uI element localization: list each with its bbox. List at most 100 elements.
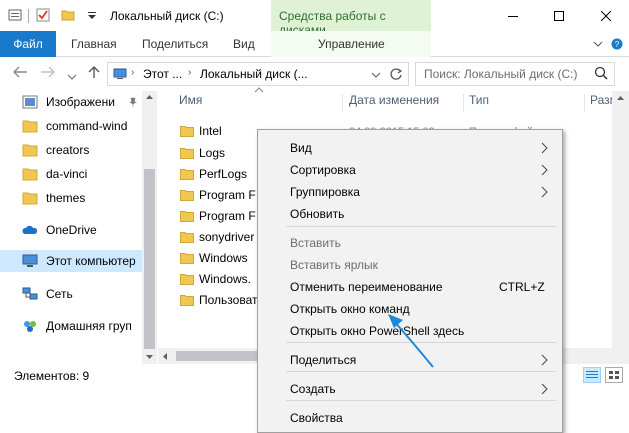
customize-toolbar-icon[interactable] [85,8,99,22]
arrow-left-icon [13,66,27,78]
menu-item-sort[interactable]: Сортировка [259,159,561,181]
breadcrumb-this-pc[interactable]: Этот ... [143,67,182,81]
back-button[interactable] [12,65,28,83]
recent-locations-button[interactable] [67,68,77,85]
chevron-down-icon [67,74,77,80]
nav-item-onedrive[interactable]: OneDrive [0,219,140,241]
minimize-icon [508,15,518,17]
details-view-button[interactable] [583,367,601,383]
scroll-left-icon[interactable] [162,352,168,361]
file-list-vertical-scrollbar[interactable] [612,91,629,348]
search-icon[interactable] [594,66,608,80]
menu-separator [286,371,556,372]
file-name: Program F [199,209,256,223]
menu-item-properties[interactable]: Свойства [259,407,561,429]
scrollbar-thumb[interactable] [144,169,155,349]
file-row[interactable]: Program F [180,185,260,206]
nav-item-pictures[interactable]: Изображени [0,91,140,113]
search-input[interactable]: Поиск: Локальный диск (C:) [415,62,615,86]
chevron-right-icon [541,164,548,176]
nav-item-this-pc[interactable]: Этот компьютер [0,250,142,272]
nav-item-folder[interactable]: command-wind [0,115,140,137]
maximize-icon [554,10,564,21]
svg-text:?: ? [615,40,620,49]
scroll-down-icon[interactable] [145,354,154,360]
tab-share[interactable]: Поделиться [142,37,208,51]
nav-item-folder[interactable]: da-vinci [0,163,140,185]
menu-item-share[interactable]: Поделиться [259,349,561,371]
breadcrumb-local-disk[interactable]: Локальный диск (... [200,67,308,81]
nav-item-network[interactable]: Сеть [0,283,140,305]
column-header-date[interactable]: Дата изменения [349,93,439,107]
nav-item-folder[interactable]: themes [0,187,140,209]
folder-icon [180,232,194,243]
new-folder-icon[interactable] [61,8,75,22]
forward-button[interactable] [40,65,56,83]
menu-item-label: Свойства [290,411,343,425]
title-bar: Локальный диск (C:) Средства работы с ди… [0,0,629,37]
chevron-down-icon[interactable] [371,71,381,79]
folder-icon [180,126,194,137]
address-bar[interactable]: › Этот ... › Локальный диск (... [107,62,409,86]
menu-item-label: Поделиться [290,353,357,367]
file-row[interactable]: PerfLogs [180,164,260,185]
menu-item-open-powershell[interactable]: Открыть окно PowerShell здесь [259,320,561,342]
navigation-row: › Этот ... › Локальный диск (... Поиск: … [0,57,629,91]
large-icons-view-button[interactable] [605,367,623,383]
menu-item-new[interactable]: Создать [259,378,561,400]
scroll-up-icon[interactable] [616,95,625,101]
tab-home[interactable]: Главная [71,37,117,51]
tab-view[interactable]: Вид [233,37,255,51]
navigation-pane-scrollbar[interactable] [142,91,157,366]
pin-icon[interactable] [128,97,138,107]
file-row[interactable]: Logs [180,143,260,164]
column-header-name[interactable]: Имя [179,93,202,107]
menu-item-label: Создать [290,382,336,396]
menu-item-refresh[interactable]: Обновить [259,203,561,225]
nav-item-homegroup[interactable]: Домашняя групп [0,315,140,337]
refresh-icon[interactable] [389,67,403,81]
tab-file[interactable]: Файл [0,31,56,57]
breadcrumb-separator[interactable]: › [188,67,191,78]
file-row[interactable]: Program F [180,206,260,227]
scroll-up-icon[interactable] [145,94,154,100]
folder-icon [22,120,38,133]
nav-item-label: Этот компьютер [46,254,136,268]
disk-tools-group: Средства работы с дисками [271,0,431,37]
minimize-button[interactable] [490,0,536,31]
column-divider[interactable] [584,94,585,112]
details-view-icon [586,371,598,378]
file-row[interactable]: sonydriver [180,227,260,248]
window-title: Локальный диск (C:) [110,9,224,23]
file-row[interactable]: Windows. [180,269,260,290]
menu-item-shortcut: CTRL+Z [499,280,545,294]
file-row[interactable]: Intel [180,121,260,142]
breadcrumb-separator[interactable]: › [131,67,134,78]
menu-item-group[interactable]: Группировка [259,181,561,203]
tab-manage[interactable]: Управление [271,31,431,57]
folder-icon [180,211,194,222]
menu-item-label: Обновить [290,207,345,221]
column-divider[interactable] [342,94,343,112]
nav-item-label: command-wind [46,119,128,133]
chevron-down-icon[interactable] [593,39,603,49]
menu-item-view[interactable]: Вид [259,137,561,159]
menu-item-paste-shortcut: Вставить ярлык [259,254,561,276]
file-name: Intel [199,124,222,138]
close-icon [601,10,611,21]
menu-item-undo-rename[interactable]: Отменить переименование CTRL+Z [259,276,561,298]
menu-item-label: Вид [290,141,312,155]
help-icon[interactable]: ? [611,38,623,50]
menu-item-open-command-window[interactable]: Открыть окно команд [259,298,561,320]
column-divider[interactable] [463,94,464,112]
properties-icon[interactable] [36,8,50,22]
nav-item-folder[interactable]: creators [0,139,140,161]
file-row[interactable]: Windows [180,248,260,269]
window-icon[interactable] [8,8,22,22]
column-header-type[interactable]: Тип [469,93,489,107]
nav-item-label: OneDrive [46,223,97,237]
up-button[interactable] [87,65,101,83]
file-row[interactable]: Пользоват [180,290,260,311]
close-button[interactable] [583,0,629,31]
maximize-button[interactable] [536,0,582,31]
